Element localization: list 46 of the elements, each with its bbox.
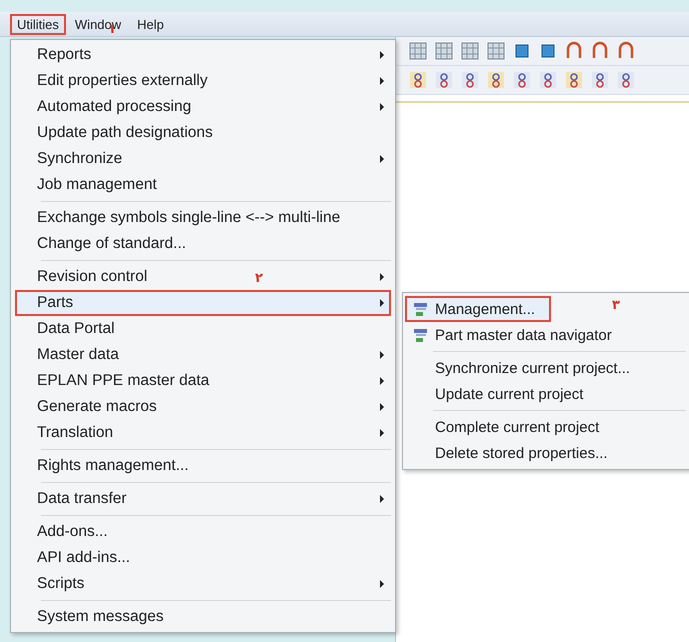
menu-bar-item[interactable]: Utilities: [10, 14, 66, 34]
menu-item[interactable]: Translation: [15, 420, 391, 446]
symbol-icon[interactable]: [486, 70, 506, 90]
menu-item[interactable]: Synchronize current project...: [405, 355, 638, 381]
menu-item[interactable]: Parts: [15, 290, 391, 316]
menu-item[interactable]: Add-ons...: [15, 519, 391, 545]
symbol-icon[interactable]: [512, 70, 532, 90]
menu-item[interactable]: Data transfer: [15, 486, 391, 512]
menu-item[interactable]: Part master data navigator: [405, 322, 620, 348]
menu-item[interactable]: Automated processing: [15, 94, 391, 120]
symbol-icon[interactable]: [590, 70, 610, 90]
menu-item[interactable]: System messages: [15, 604, 391, 630]
annotation-number: ۲: [255, 272, 263, 285]
menu-item[interactable]: Change of standard...: [15, 231, 391, 257]
menu-item[interactable]: Update path designations: [15, 120, 391, 146]
symbol-icon[interactable]: [538, 70, 558, 90]
menu-item[interactable]: Edit properties externally: [15, 68, 391, 94]
arch-icon[interactable]: [564, 41, 584, 61]
grid-icon[interactable]: [408, 41, 428, 61]
menu-item[interactable]: Exchange symbols single-line <--> multi-line: [15, 205, 391, 231]
annotation-number: ۳: [612, 299, 620, 312]
menu-item[interactable]: Scripts: [15, 571, 391, 597]
menu-item[interactable]: Data Portal: [15, 316, 391, 342]
symbol-icon[interactable]: [460, 70, 480, 90]
symbol-icon[interactable]: [434, 70, 454, 90]
menu-item[interactable]: Complete current project: [405, 414, 608, 440]
menu-item[interactable]: Management...: [405, 296, 551, 322]
menu-item[interactable]: API add-ins...: [15, 545, 391, 571]
symbol-icon[interactable]: [408, 70, 428, 90]
symbol-icon[interactable]: [564, 70, 584, 90]
menu-item[interactable]: Update current project: [405, 381, 592, 407]
menu-item[interactable]: Delete stored properties...: [405, 440, 616, 466]
arch-icon[interactable]: [590, 41, 610, 61]
menu-item[interactable]: Job management: [15, 172, 391, 198]
menu-item[interactable]: EPLAN PPE master data: [15, 368, 391, 394]
menu-item[interactable]: Reports: [15, 42, 391, 68]
arch-icon[interactable]: [616, 41, 636, 61]
menu-item[interactable]: Synchronize: [15, 146, 391, 172]
menu-item[interactable]: Generate macros: [15, 394, 391, 420]
menu-item[interactable]: Master data: [15, 342, 391, 368]
grid-icon[interactable]: [434, 41, 454, 61]
grid-icon[interactable]: [460, 41, 480, 61]
symbol-icon[interactable]: [616, 70, 636, 90]
menu-item[interactable]: Rights management...: [15, 453, 391, 479]
menu-bar-item[interactable]: Help: [130, 14, 171, 34]
grid-icon[interactable]: [486, 41, 506, 61]
